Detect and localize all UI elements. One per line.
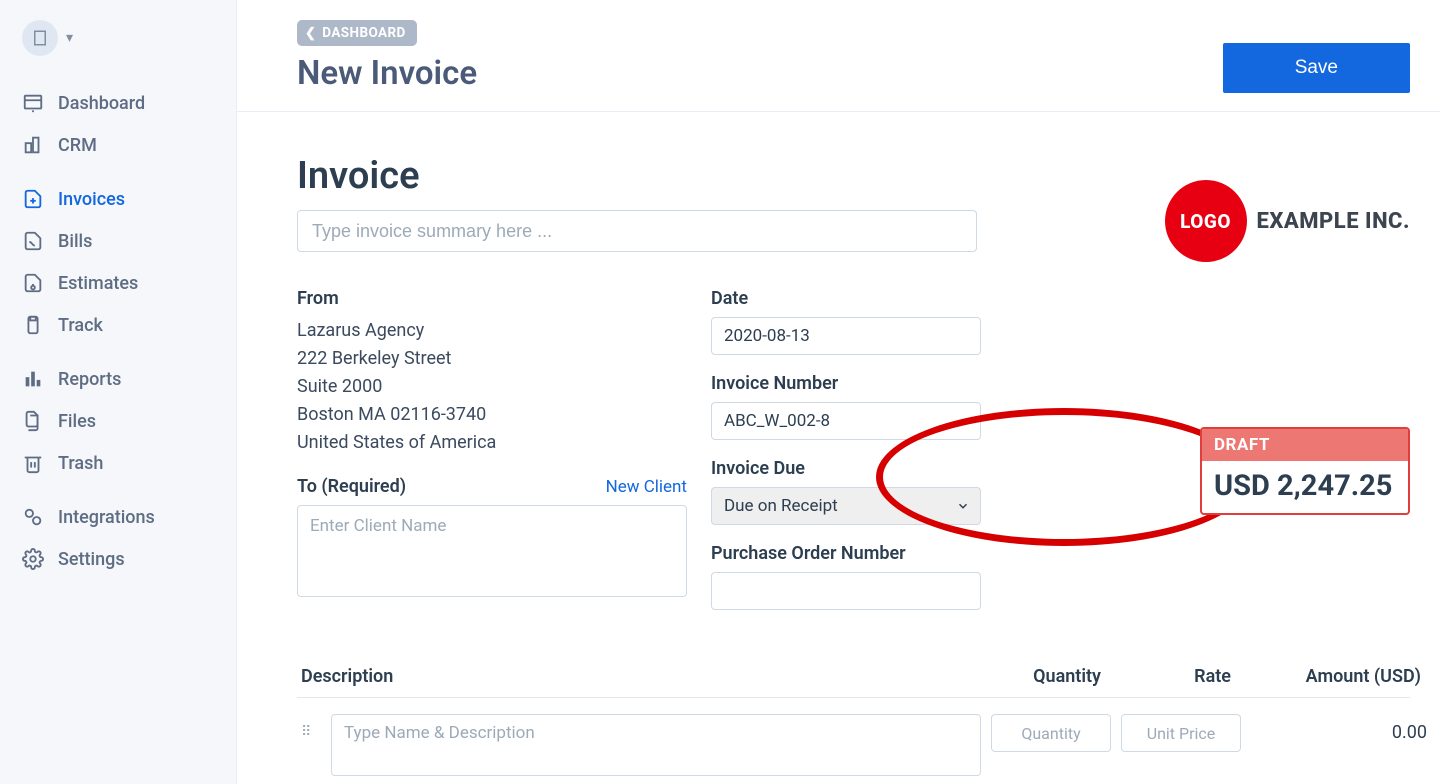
main-panel: ❮ DASHBOARD New Invoice Save Invoice LOG…: [237, 0, 1440, 784]
col-amount: Amount (USD): [1241, 666, 1421, 687]
topbar: ❮ DASHBOARD New Invoice Save: [237, 0, 1440, 112]
page-title: New Invoice: [297, 54, 477, 93]
line-item-row: ⠿ 0.00 ▼: [297, 698, 1410, 776]
bills-icon: [22, 230, 44, 252]
track-icon: [22, 314, 44, 336]
line-amount: 0.00: [1251, 714, 1431, 743]
reports-icon: [22, 368, 44, 390]
files-icon: [22, 410, 44, 432]
col-quantity: Quantity: [981, 666, 1101, 687]
sidebar-item-label: Settings: [58, 549, 125, 570]
from-label: From: [297, 288, 687, 309]
invoice-due-select[interactable]: Due on Receipt: [711, 487, 981, 525]
sidebar-item-label: Trash: [58, 453, 103, 474]
sidebar-item-label: CRM: [58, 135, 97, 156]
integrations-icon: [22, 506, 44, 528]
items-header-row: Description Quantity Rate Amount (USD): [297, 666, 1410, 698]
sidebar-item-label: Estimates: [58, 273, 138, 294]
sidebar-item-trash[interactable]: Trash: [0, 442, 236, 484]
sidebar-item-label: Track: [58, 315, 103, 336]
status-badge: DRAFT: [1202, 429, 1408, 461]
trash-icon: [22, 452, 44, 474]
sidebar-item-label: Files: [58, 411, 96, 432]
chevron-left-icon: ❮: [305, 26, 316, 41]
sidebar-item-label: Invoices: [58, 189, 125, 210]
line-description-input[interactable]: [331, 714, 981, 776]
crm-icon: [22, 134, 44, 156]
line-quantity-input[interactable]: [991, 714, 1111, 752]
invoice-due-label: Invoice Due: [711, 458, 981, 479]
invoice-total: USD 2,247.25: [1202, 461, 1408, 513]
chevron-down-icon: ▾: [66, 30, 73, 46]
drag-handle-icon[interactable]: ⠿: [301, 714, 321, 740]
sidebar: ▾ Dashboard CRM Invoices: [0, 0, 237, 784]
invoice-summary-input[interactable]: [297, 210, 977, 252]
breadcrumb-label: DASHBOARD: [322, 25, 405, 41]
invoice-number-input[interactable]: [711, 402, 981, 440]
sidebar-item-bills[interactable]: Bills: [0, 220, 236, 262]
sidebar-item-track[interactable]: Track: [0, 304, 236, 346]
sidebar-item-integrations[interactable]: Integrations: [0, 496, 236, 538]
save-button[interactable]: Save: [1223, 43, 1410, 93]
from-address: Lazarus Agency 222 Berkeley Street Suite…: [297, 317, 687, 456]
draft-total-box: DRAFT USD 2,247.25: [1200, 427, 1410, 515]
logo-badge: LOGO: [1165, 180, 1247, 262]
col-description: Description: [301, 666, 971, 687]
invoice-heading: Invoice: [297, 154, 977, 198]
org-switcher[interactable]: ▾: [0, 20, 236, 78]
po-number-input[interactable]: [711, 572, 981, 610]
date-input[interactable]: [711, 317, 981, 355]
client-name-input[interactable]: [297, 505, 687, 597]
company-logo[interactable]: LOGO EXAMPLE INC.: [1165, 180, 1410, 262]
line-rate-input[interactable]: [1121, 714, 1241, 752]
sidebar-item-label: Reports: [58, 369, 121, 390]
invoices-icon: [22, 188, 44, 210]
company-name: EXAMPLE INC.: [1257, 209, 1410, 234]
estimates-icon: [22, 272, 44, 294]
sidebar-item-invoices[interactable]: Invoices: [0, 178, 236, 220]
sidebar-item-label: Bills: [58, 231, 92, 252]
sidebar-item-label: Integrations: [58, 507, 155, 528]
sidebar-item-crm[interactable]: CRM: [0, 124, 236, 166]
breadcrumb-back[interactable]: ❮ DASHBOARD: [297, 20, 417, 46]
sidebar-item-settings[interactable]: Settings: [0, 538, 236, 580]
sidebar-item-files[interactable]: Files: [0, 400, 236, 442]
sidebar-item-dashboard[interactable]: Dashboard: [0, 82, 236, 124]
sidebar-item-label: Dashboard: [58, 93, 145, 114]
sidebar-item-reports[interactable]: Reports: [0, 358, 236, 400]
dashboard-icon: [22, 92, 44, 114]
building-icon: [22, 20, 58, 56]
po-number-label: Purchase Order Number: [711, 543, 981, 564]
to-label: To (Required): [297, 476, 406, 497]
invoice-number-label: Invoice Number: [711, 373, 981, 394]
col-rate: Rate: [1111, 666, 1231, 687]
sidebar-item-estimates[interactable]: Estimates: [0, 262, 236, 304]
date-label: Date: [711, 288, 981, 309]
settings-icon: [22, 548, 44, 570]
new-client-link[interactable]: New Client: [606, 477, 687, 497]
